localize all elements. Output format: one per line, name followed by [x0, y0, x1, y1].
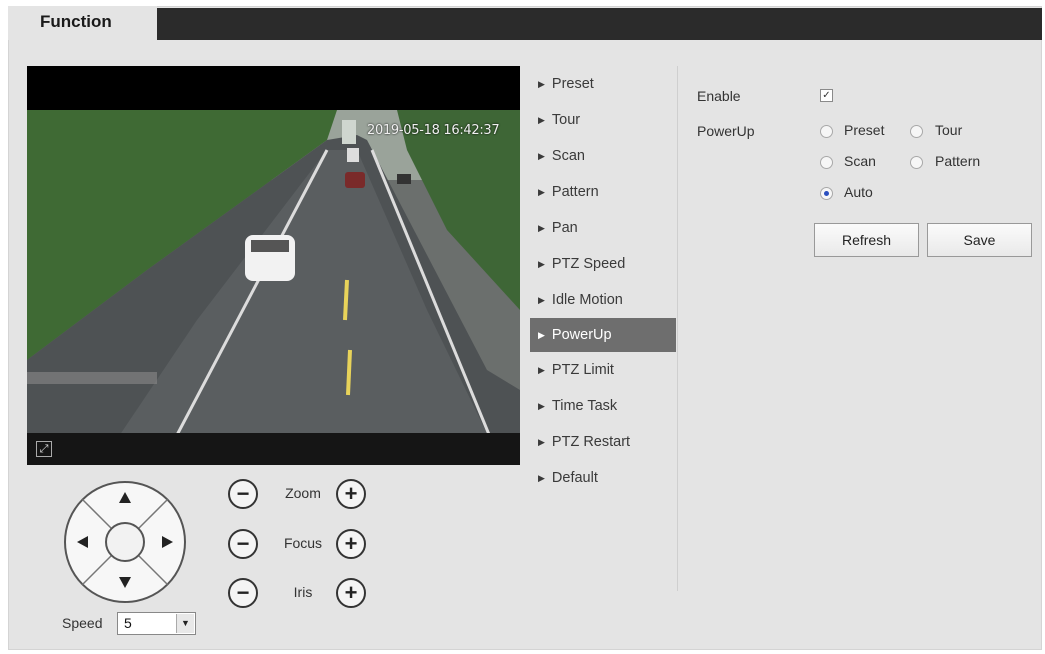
video-toolbar: ⤢ [27, 433, 520, 465]
iris-open-button[interactable]: + [336, 578, 366, 608]
ptz-direction-pad [64, 481, 186, 603]
triangle-right-small-icon: ▶ [538, 79, 545, 89]
zoom-label: Zoom [285, 485, 321, 501]
fullscreen-icon[interactable]: ⤢ [36, 441, 52, 457]
radio-pattern[interactable] [910, 156, 923, 169]
menu-item-idle-motion[interactable]: ▶ Idle Motion [530, 282, 676, 318]
triangle-right-small-icon: ▶ [538, 365, 545, 375]
triangle-right-small-icon: ▶ [538, 401, 545, 411]
menu-divider [677, 66, 678, 591]
menu-item-label: PowerUp [551, 327, 612, 343]
camera-scene [27, 110, 520, 454]
menu-item-label: PTZ Restart [551, 434, 631, 450]
menu-item-label: Pattern [551, 184, 599, 200]
menu-item-ptz-restart[interactable]: ▶ PTZ Restart [530, 424, 676, 460]
function-menu: ▶ Preset ▶ Tour ▶ Scan ▶ Pattern ▶ Pan ▶ PTZ S… [530, 66, 676, 496]
radio-preset[interactable] [820, 125, 833, 138]
radio-scan[interactable] [820, 156, 833, 169]
menu-item-preset[interactable]: ▶ Preset [530, 66, 676, 102]
video-timestamp: 2019-05-18 16:42:37 [367, 123, 500, 138]
menu-item-time-task[interactable]: ▶ Time Task [530, 388, 676, 424]
triangle-right-small-icon: ▶ [538, 223, 545, 233]
chevron-down-icon[interactable]: ▼ [176, 614, 194, 633]
car-white [245, 235, 295, 281]
speed-label: Speed [62, 615, 103, 631]
triangle-right-small-icon: ▶ [538, 115, 545, 125]
triangle-right-small-icon: ▶ [538, 437, 545, 447]
powerup-label: PowerUp [697, 123, 755, 139]
menu-item-label: PTZ Speed [551, 256, 626, 272]
ptz-center-button[interactable] [105, 522, 145, 562]
menu-item-label: Preset [551, 76, 594, 92]
menu-item-label: Time Task [551, 398, 618, 414]
enable-checkbox[interactable]: ✓ [820, 89, 833, 102]
triangle-right-small-icon: ▶ [538, 295, 545, 305]
triangle-right-small-icon: ▶ [538, 151, 545, 161]
iris-label: Iris [293, 584, 313, 600]
speed-select[interactable]: 5 ▼ [117, 612, 196, 635]
triangle-right-small-icon: ▶ [538, 259, 545, 269]
radio-auto[interactable] [820, 187, 833, 200]
menu-item-scan[interactable]: ▶ Scan [530, 138, 676, 174]
radio-auto-label: Auto [844, 184, 873, 200]
triangle-right-small-icon: ▶ [538, 187, 545, 197]
menu-item-ptz-speed[interactable]: ▶ PTZ Speed [530, 246, 676, 282]
radio-pattern-label: Pattern [935, 153, 981, 169]
live-video[interactable]: 2019-05-18 16:42:37 ⤢ [27, 66, 520, 465]
triangle-right-small-icon: ▶ [538, 330, 545, 340]
menu-item-powerup[interactable]: ▶ PowerUp [530, 318, 676, 352]
radio-tour[interactable] [910, 125, 923, 138]
radio-preset-label: Preset [844, 122, 885, 138]
menu-item-default[interactable]: ▶ Default [530, 460, 676, 496]
menu-item-pan[interactable]: ▶ Pan [530, 210, 676, 246]
menu-item-label: PTZ Limit [551, 362, 614, 378]
menu-item-label: Default [551, 470, 598, 486]
menu-item-ptz-limit[interactable]: ▶ PTZ Limit [530, 352, 676, 388]
speed-value: 5 [124, 615, 132, 631]
menu-item-label: Pan [551, 220, 578, 236]
focus-far-button[interactable]: + [336, 529, 366, 559]
triangle-right-small-icon: ▶ [538, 473, 545, 483]
focus-near-button[interactable]: − [228, 529, 258, 559]
menu-item-label: Tour [551, 112, 581, 128]
top-bar [157, 8, 1042, 40]
radio-tour-label: Tour [935, 122, 963, 138]
menu-item-pattern[interactable]: ▶ Pattern [530, 174, 676, 210]
radio-scan-label: Scan [844, 153, 876, 169]
zoom-out-button[interactable]: − [228, 479, 258, 509]
iris-close-button[interactable]: − [228, 578, 258, 608]
powerup-settings: Enable ✓ PowerUp Preset Tour Scan Patter… [690, 80, 1040, 280]
focus-label: Focus [283, 535, 323, 551]
zoom-in-button[interactable]: + [336, 479, 366, 509]
menu-item-label: Scan [551, 148, 585, 164]
tab-function[interactable]: Function [8, 6, 157, 40]
menu-item-tour[interactable]: ▶ Tour [530, 102, 676, 138]
save-button[interactable]: Save [927, 223, 1032, 257]
refresh-button[interactable]: Refresh [814, 223, 919, 257]
menu-item-label: Idle Motion [551, 292, 623, 308]
enable-label: Enable [697, 88, 741, 104]
